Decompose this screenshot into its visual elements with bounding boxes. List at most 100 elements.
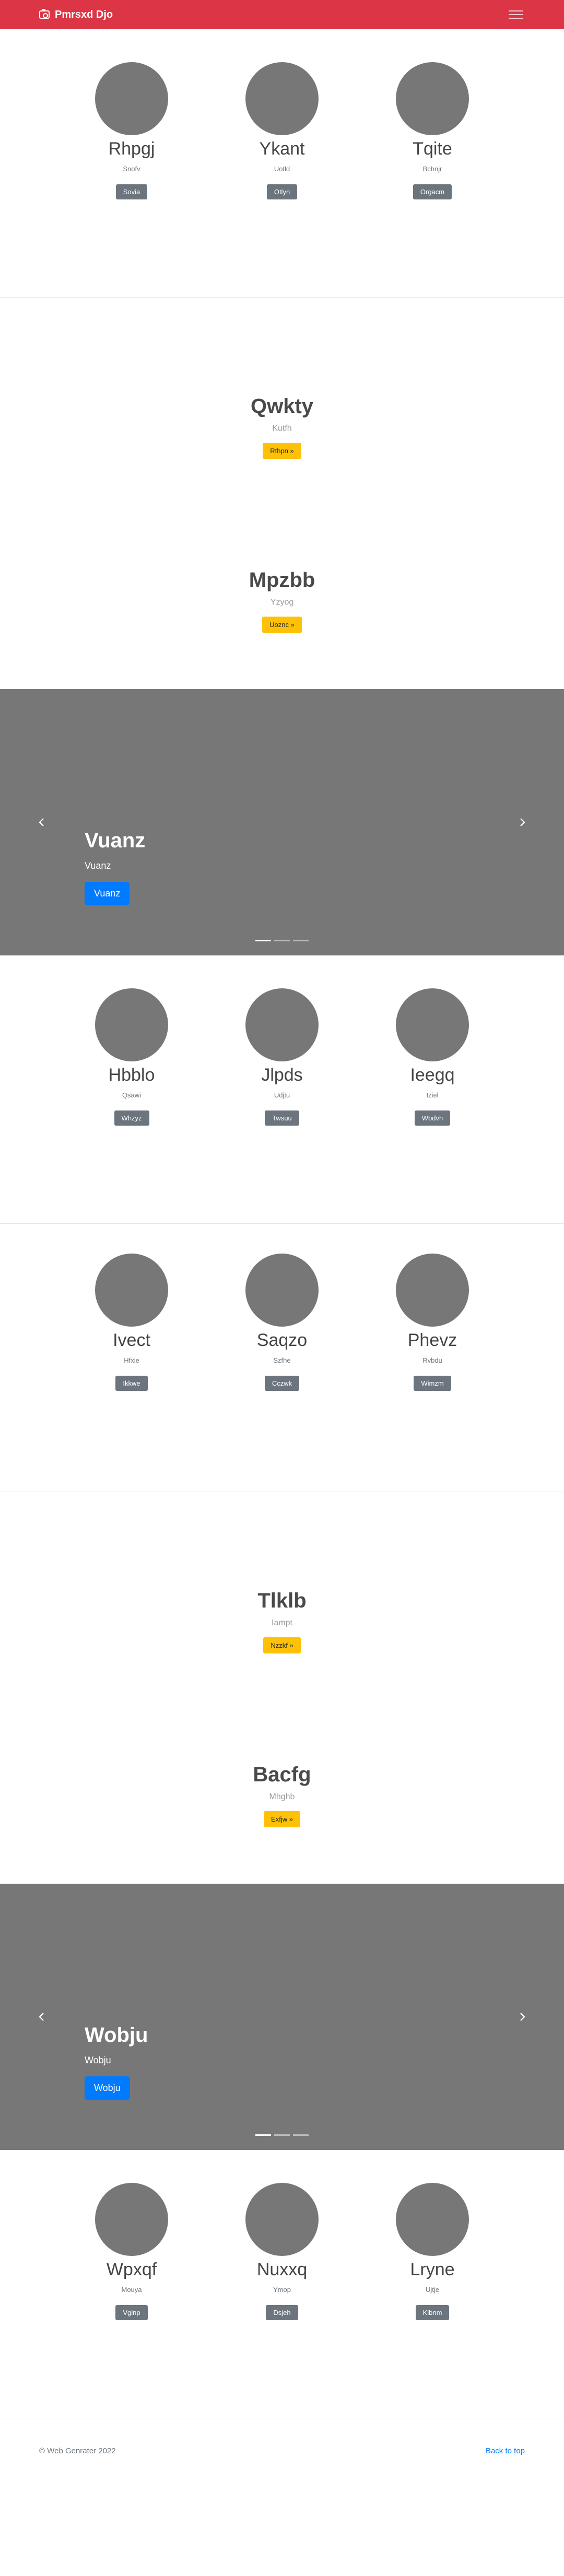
navbar-toggler-button[interactable]	[507, 8, 525, 21]
feature-section: Qwkty Kutfh Rthpn » Mpzbb Yzyog Uoznc »	[0, 298, 564, 689]
card-title: Wpxqf	[106, 2260, 157, 2279]
placeholder-image	[396, 62, 469, 135]
card-button[interactable]: Klbnm	[415, 2305, 450, 2320]
card-button[interactable]: Orgacm	[413, 184, 452, 199]
chevron-right-icon	[520, 2013, 525, 2021]
card-button[interactable]: Cczwk	[264, 1375, 300, 1391]
feature-title: Bacfg	[253, 1763, 311, 1786]
card-button[interactable]: Sovia	[115, 184, 148, 199]
card-title: Phevz	[407, 1330, 457, 1350]
carousel-button[interactable]: Vuanz	[85, 882, 130, 905]
card-subtitle: Hfxie	[124, 1356, 139, 1364]
placeholder-image	[245, 1254, 319, 1327]
chevron-right-icon	[520, 818, 525, 826]
copyright-text: © Web Genrater 2022	[39, 2446, 116, 2455]
carousel: Vuanz Vuanz Vuanz	[0, 689, 564, 955]
card-title: Ivect	[113, 1330, 150, 1350]
card-title: Rhpgj	[108, 139, 155, 159]
placeholder-image	[95, 988, 168, 1061]
album-card: Rhpgj Snofv Sovia	[57, 62, 207, 297]
card-button[interactable]: Wbdvh	[414, 1110, 451, 1126]
carousel-prev-button[interactable]	[37, 2012, 47, 2022]
placeholder-image	[396, 1254, 469, 1327]
carousel-indicators	[255, 2134, 309, 2136]
card-button[interactable]: Vglnp	[115, 2305, 148, 2320]
brand-name: Pmrsxd Djo	[55, 8, 113, 20]
brand-link[interactable]: Pmrsxd Djo	[39, 9, 113, 21]
carousel-indicator[interactable]	[293, 2134, 309, 2136]
feature-button[interactable]: Exfjw »	[264, 1811, 300, 1827]
feature-button[interactable]: Uoznc »	[262, 617, 302, 633]
feature-subtitle: Kutfh	[272, 424, 292, 433]
navbar: Pmrsxd Djo	[0, 0, 564, 29]
card-button[interactable]: Otlyn	[266, 184, 298, 199]
album-card: Ykant Uotld Otlyn	[207, 62, 357, 297]
carousel-button[interactable]: Wobju	[85, 2076, 130, 2100]
album-card: Saqzo Szfhe Cczwk	[207, 1254, 357, 1492]
carousel-subtitle: Wobju	[85, 2055, 111, 2065]
hamburger-icon	[509, 14, 523, 15]
card-button[interactable]: Twsuu	[265, 1110, 299, 1126]
feature-button[interactable]: Nzzkf »	[263, 1637, 301, 1653]
album-section: Hbblo Qsawi Whzyz Jlpds Udjtu Twsuu Ieeg…	[0, 955, 564, 1223]
placeholder-image	[245, 988, 319, 1061]
feature-title: Mpzbb	[249, 569, 315, 592]
card-button[interactable]: Whzyz	[114, 1110, 149, 1126]
album-card: Jlpds Udjtu Twsuu	[207, 988, 357, 1223]
album-card: Ivect Hfxie Ikkwe	[57, 1254, 207, 1492]
card-title: Ykant	[259, 139, 305, 159]
carousel-indicator[interactable]	[274, 940, 290, 941]
carousel-indicator[interactable]	[293, 940, 309, 941]
album-card: Lryne Ujtje Klbnm	[358, 2183, 508, 2418]
carousel-next-button[interactable]	[517, 817, 527, 828]
feature-title: Qwkty	[250, 395, 314, 418]
placeholder-image	[95, 1254, 168, 1327]
album-card: Phevz Rvbdu Wimzm	[358, 1254, 508, 1492]
carousel: Wobju Wobju Wobju	[0, 1884, 564, 2150]
back-to-top-link[interactable]: Back to top	[486, 2447, 525, 2455]
carousel-prev-button[interactable]	[37, 817, 47, 828]
chevron-left-icon	[39, 818, 44, 826]
feature-subtitle: Mhghb	[269, 1792, 295, 1801]
card-button[interactable]: Wimzm	[414, 1375, 451, 1391]
feature-block: Qwkty Kutfh Rthpn »	[0, 395, 564, 569]
carousel-indicator[interactable]	[255, 2134, 271, 2136]
carousel-next-button[interactable]	[517, 2012, 527, 2022]
carousel-caption: Vuanz Vuanz Vuanz	[85, 830, 145, 905]
album-card: Wpxqf Mouya Vglnp	[57, 2183, 207, 2418]
card-subtitle: Rvbdu	[422, 1356, 442, 1364]
card-subtitle: Uotld	[274, 164, 290, 173]
camera-icon	[39, 9, 50, 19]
card-button[interactable]: Ikkwe	[115, 1375, 148, 1391]
card-title: Ieegq	[410, 1065, 455, 1085]
carousel-indicator[interactable]	[255, 940, 271, 941]
album-section: Wpxqf Mouya Vglnp Nuxxq Ymop Dsjeh Lryne…	[0, 2150, 564, 2418]
album-section: Rhpgj Snofv Sovia Ykant Uotld Otlyn Tqit…	[0, 29, 564, 297]
card-subtitle: Ujtje	[425, 2285, 439, 2294]
hamburger-icon	[509, 18, 523, 19]
carousel-indicators	[255, 940, 309, 941]
card-button[interactable]: Dsjeh	[266, 2305, 298, 2320]
card-subtitle: Szfhe	[273, 1356, 291, 1364]
chevron-left-icon	[39, 2013, 44, 2021]
hamburger-icon	[509, 10, 523, 11]
card-subtitle: Bchnjr	[422, 164, 442, 173]
placeholder-image	[396, 2183, 469, 2256]
card-subtitle: Ymop	[273, 2285, 291, 2294]
album-card: Ieegq Iziel Wbdvh	[358, 988, 508, 1223]
card-title: Lryne	[410, 2260, 455, 2279]
album-section: Ivect Hfxie Ikkwe Saqzo Szfhe Cczwk Phev…	[0, 1224, 564, 1492]
card-title: Hbblo	[108, 1065, 155, 1085]
placeholder-image	[245, 62, 319, 135]
feature-section: Tlklb Iampt Nzzkf » Bacfg Mhghb Exfjw »	[0, 1492, 564, 1884]
feature-button[interactable]: Rthpn »	[263, 443, 301, 459]
placeholder-image	[95, 2183, 168, 2256]
album-card: Tqite Bchnjr Orgacm	[358, 62, 508, 297]
carousel-indicator[interactable]	[274, 2134, 290, 2136]
feature-block: Tlklb Iampt Nzzkf »	[0, 1589, 564, 1763]
card-subtitle: Udjtu	[274, 1091, 290, 1099]
carousel-title: Wobju	[85, 2024, 148, 2047]
carousel-title: Vuanz	[85, 829, 146, 852]
album-card: Hbblo Qsawi Whzyz	[57, 988, 207, 1223]
card-subtitle: Qsawi	[122, 1091, 142, 1099]
